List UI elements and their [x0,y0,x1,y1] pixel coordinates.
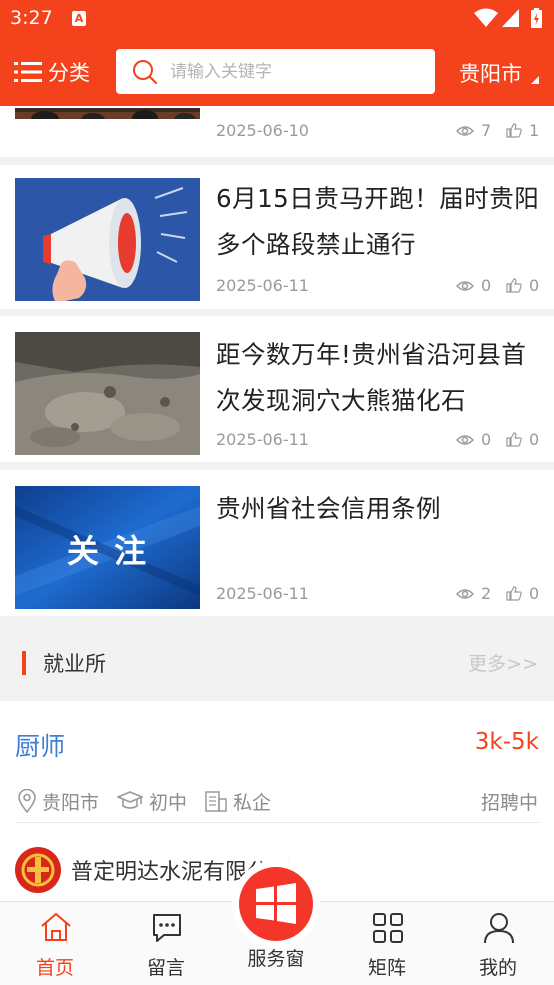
tab-label: 矩阵 [367,957,406,979]
tab-label: 我的 [478,957,517,979]
tab-matrix[interactable]: 矩阵 [347,902,427,985]
like-count: 1 [529,121,540,140]
job-tags: 贵阳市 初中 私企 [18,787,289,815]
eye-icon [456,280,474,291]
service-window-label: 服务窗 [247,948,305,970]
category-label: 分类 [48,61,90,85]
news-meta: 2025-06-11 2 0 [216,584,540,606]
view-count: 0 [481,276,492,295]
service-window-button[interactable] [232,860,320,948]
eye-icon [456,434,474,445]
job-title[interactable]: 厨师 [15,727,65,763]
news-title: 距今数万年!贵州省沿河县首次发现洞穴大熊猫化石 [216,340,527,415]
news-item[interactable]: 2025-06-10 7 1 [0,106,554,157]
status-bar: 3:27 A [0,0,554,38]
view-count: 0 [481,430,492,449]
news-title: 贵州省社会信用条例 [216,494,441,523]
battery-icon [531,8,542,28]
view-count: 7 [481,121,492,140]
notification-icon: A [72,11,86,26]
tab-label: 留言 [146,957,185,979]
thumb-up-icon [506,278,522,293]
like-count: 0 [529,584,540,603]
view-count: 2 [481,584,492,603]
thumb-up-icon [506,123,522,138]
city-dropdown-caret-icon [531,76,539,84]
app-header: 分类 贵阳市 [0,38,554,106]
graduation-cap-icon [117,791,144,809]
job-location: 贵阳市 [42,791,100,814]
building-icon [205,791,227,812]
category-button[interactable]: 分类 [14,57,90,87]
tab-messages[interactable]: 留言 [126,902,206,985]
news-thumbnail [15,332,200,455]
search-box[interactable] [116,49,435,94]
news-meta: 2025-06-11 0 0 [216,276,540,298]
union-logo-icon [15,847,61,893]
news-item[interactable]: 6月15日贵马开跑！届时贵阳多个路段禁止通行 2025-06-11 0 0 [0,165,554,309]
signal-icon [502,9,519,27]
news-thumbnail [15,106,200,119]
status-time: 3:27 [10,7,53,29]
eye-icon [456,588,474,599]
news-date: 2025-06-11 [216,430,309,449]
news-item[interactable]: 关 注 贵州省社会信用条例 2025-06-11 2 0 [0,470,554,616]
more-link[interactable]: 更多>> [468,649,538,676]
news-title: 6月15日贵马开跑！届时贵阳多个路段禁止通行 [216,184,540,259]
eye-icon [456,125,474,136]
home-icon [41,912,71,941]
wifi-icon [474,8,498,27]
windows-icon [256,883,296,924]
section-accent-bar [22,651,26,675]
news-meta: 2025-06-11 0 0 [216,430,540,452]
job-salary: 3k-5k [474,729,539,755]
like-count: 0 [529,430,540,449]
job-status: 招聘中 [480,792,538,814]
search-input[interactable] [170,61,410,82]
job-company-type: 私企 [233,791,272,814]
tab-home[interactable]: 首页 [15,902,95,985]
message-icon [153,914,181,942]
section-title: 就业所 [43,652,106,676]
section-header: 就业所 更多>> [0,624,554,701]
thumb-up-icon [506,432,522,447]
news-date: 2025-06-10 [216,121,309,140]
news-meta: 2025-06-10 7 1 [216,121,540,143]
divider [15,822,539,823]
news-date: 2025-06-11 [216,276,309,295]
tab-profile[interactable]: 我的 [458,902,538,985]
like-count: 0 [529,276,540,295]
search-icon [133,59,157,84]
news-item[interactable]: 距今数万年!贵州省沿河县首次发现洞穴大熊猫化石 2025-06-11 0 0 [0,316,554,462]
job-education: 初中 [149,791,188,814]
user-icon [484,913,514,944]
news-thumbnail: 关 注 [15,486,200,609]
location-pin-icon [18,789,36,813]
news-date: 2025-06-11 [216,584,309,603]
grid-icon [373,913,403,943]
city-selector[interactable]: 贵阳市 [459,58,522,88]
thumb-up-icon [506,586,522,601]
menu-list-icon [14,62,42,82]
thumbnail-caption: 关 注 [66,532,149,570]
news-thumbnail [15,178,200,301]
tab-label: 首页 [35,957,74,979]
